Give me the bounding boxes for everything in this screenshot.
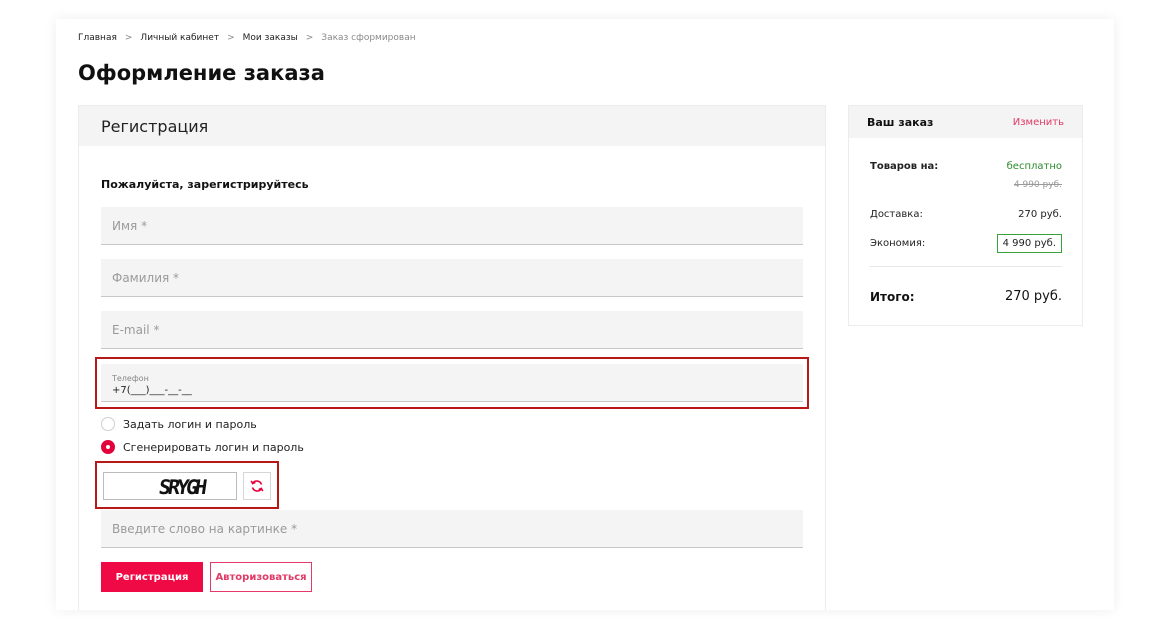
breadcrumb-separator: > bbox=[124, 33, 133, 43]
order-total-row: Итого: 270 руб. bbox=[870, 289, 1062, 304]
phone-label: Телефон bbox=[112, 374, 149, 383]
register-button[interactable]: Регистрация bbox=[101, 562, 203, 592]
order-goods-row: Товаров на: бесплатно bbox=[870, 161, 1062, 172]
breadcrumb-separator: > bbox=[305, 33, 314, 43]
radio-set-login[interactable]: Задать логин и пароль bbox=[101, 417, 257, 431]
first-name-input[interactable]: Имя * bbox=[101, 207, 803, 245]
breadcrumb-current: Заказ сформирован bbox=[321, 33, 416, 43]
login-button[interactable]: Авторизоваться bbox=[210, 562, 312, 592]
captcha-refresh-button[interactable] bbox=[243, 472, 271, 500]
order-savings-row: Экономия: 4 990 руб. bbox=[870, 234, 1062, 253]
order-delivery-value: 270 руб. bbox=[1018, 209, 1062, 220]
registration-subtitle: Пожалуйста, зарегистрируйтесь bbox=[101, 178, 309, 191]
order-header: Ваш заказ Изменить bbox=[849, 106, 1082, 138]
order-delivery-row: Доставка: 270 руб. bbox=[870, 209, 1062, 220]
page-title: Оформление заказа bbox=[78, 61, 325, 85]
registration-title: Регистрация bbox=[79, 106, 825, 146]
registration-panel: Регистрация Пожалуйста, зарегистрируйтес… bbox=[78, 105, 826, 610]
breadcrumb-separator: > bbox=[227, 33, 235, 43]
breadcrumb: Главная > Личный кабинет > Мои заказы > Заказ … bbox=[78, 33, 416, 43]
radio-set-login-label: Задать логин и пароль bbox=[123, 417, 257, 431]
order-goods-value: бесплатно bbox=[1006, 161, 1062, 172]
radio-generate-login-label: Сгенерировать логин и пароль bbox=[123, 440, 304, 454]
radio-set-login-circle[interactable] bbox=[101, 417, 115, 431]
order-total-value: 270 руб. bbox=[1004, 289, 1062, 304]
captcha-placeholder: Введите слово на картинке * bbox=[112, 522, 298, 536]
captcha-input[interactable]: Введите слово на картинке * bbox=[101, 510, 803, 548]
order-savings-label: Экономия: bbox=[870, 238, 926, 249]
order-title: Ваш заказ bbox=[867, 115, 934, 129]
phone-input[interactable]: Телефон +7(___)___-__-__ bbox=[101, 364, 803, 402]
captcha-text: SRYGH bbox=[157, 475, 207, 499]
captcha-image: SRYGH bbox=[103, 472, 237, 500]
order-delivery-label: Доставка: bbox=[870, 209, 923, 220]
radio-generate-login-circle[interactable] bbox=[101, 440, 115, 454]
last-name-input[interactable]: Фамилия * bbox=[101, 259, 803, 297]
breadcrumb-item-account[interactable]: Личный кабинет bbox=[140, 33, 219, 43]
order-goods-old-value: 4 990 руб. bbox=[1013, 180, 1062, 190]
order-edit-link[interactable]: Изменить bbox=[1013, 117, 1064, 128]
first-name-placeholder: Имя * bbox=[112, 219, 148, 233]
order-summary-panel: Ваш заказ Изменить Товаров на: бесплатно… bbox=[848, 105, 1083, 326]
phone-value: +7(___)___-__-__ bbox=[112, 385, 192, 396]
breadcrumb-item-orders[interactable]: Мои заказы bbox=[243, 33, 298, 43]
email-input[interactable]: E-mail * bbox=[101, 311, 803, 349]
order-goods-label: Товаров на: bbox=[870, 161, 939, 172]
order-savings-value: 4 990 руб. bbox=[996, 234, 1062, 253]
last-name-placeholder: Фамилия * bbox=[112, 271, 180, 285]
breadcrumb-item-home[interactable]: Главная bbox=[78, 33, 117, 43]
checkout-card: Главная > Личный кабинет > Мои заказы > Заказ … bbox=[56, 19, 1114, 610]
refresh-icon bbox=[250, 480, 264, 492]
captcha-glyphs: SRYGH bbox=[157, 475, 207, 499]
order-divider bbox=[869, 266, 1062, 267]
order-total-label: Итого: bbox=[870, 289, 915, 304]
radio-generate-login[interactable]: Сгенерировать логин и пароль bbox=[101, 440, 304, 454]
email-placeholder: E-mail * bbox=[112, 323, 160, 337]
